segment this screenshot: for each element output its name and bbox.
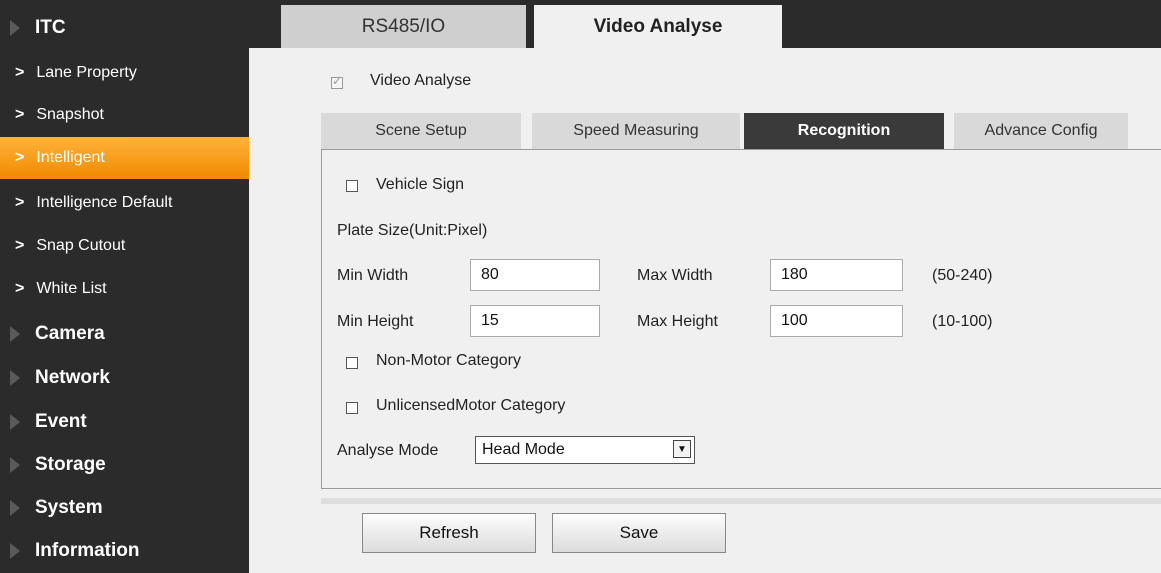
min-width-input[interactable]: 80 [470, 259, 600, 291]
tab-advance-config[interactable]: Advance Config [954, 113, 1128, 149]
nav-group-label: Event [35, 411, 87, 432]
plate-size-label: Plate Size(Unit:Pixel) [337, 222, 488, 239]
max-width-input[interactable]: 180 [770, 259, 903, 291]
expand-triangle-icon [10, 414, 20, 430]
dropdown-arrow-icon[interactable]: ▼ [673, 440, 691, 458]
analyse-mode-label: Analyse Mode [337, 442, 439, 459]
chevron-right-icon: > [15, 106, 25, 123]
video-analyse-label: Video Analyse [370, 72, 472, 89]
chevron-right-icon: > [15, 149, 25, 166]
min-height-input[interactable]: 15 [470, 305, 600, 337]
chevron-right-icon: > [15, 64, 25, 81]
nav-group-label: Network [35, 367, 110, 388]
non-motor-checkbox[interactable] [346, 357, 358, 369]
chevron-right-icon: > [15, 194, 25, 211]
min-width-label: Min Width [337, 267, 409, 284]
unlicensed-motor-checkbox[interactable] [346, 402, 358, 414]
chevron-right-icon: > [15, 237, 25, 254]
vehicle-sign-label: Vehicle Sign [376, 176, 465, 193]
sidebar-item-label: Snap Cutout [36, 237, 126, 254]
analyse-mode-select[interactable]: Head Mode ▼ [475, 436, 695, 464]
tab-video-analyse[interactable]: Video Analyse [534, 5, 782, 48]
top-tab-bar: RS485/IO Video Analyse [249, 0, 1161, 48]
sidebar-item-label: Snapshot [36, 106, 104, 123]
nav-group-event[interactable]: Event [0, 402, 249, 442]
max-height-label: Max Height [637, 313, 718, 330]
sidebar-item-label: Lane Property [36, 64, 137, 81]
recognition-panel [321, 149, 1161, 489]
expand-triangle-icon [10, 457, 20, 473]
max-width-label: Max Width [637, 267, 713, 284]
nav-group-label: ITC [35, 17, 66, 38]
video-analyse-checkbox[interactable] [331, 74, 343, 89]
nav-group-system[interactable]: System [0, 488, 249, 528]
divider [321, 498, 1161, 504]
nav-group-label: Storage [35, 454, 106, 475]
nav-group-label: System [35, 497, 103, 518]
height-range-label: (10-100) [932, 313, 993, 330]
tab-recognition[interactable]: Recognition [744, 113, 944, 149]
unlicensed-motor-label: UnlicensedMotor Category [376, 397, 566, 414]
save-button[interactable]: Save [552, 513, 726, 553]
refresh-button[interactable]: Refresh [362, 513, 536, 553]
analyse-mode-value: Head Mode [482, 441, 565, 458]
non-motor-label: Non-Motor Category [376, 352, 521, 369]
sidebar-item-white-list[interactable]: > White List [0, 268, 249, 310]
sidebar-item-label: Intelligence Default [36, 194, 173, 211]
nav-group-label: Camera [35, 323, 105, 344]
sidebar-item-intelligent[interactable]: > Intelligent [0, 137, 249, 179]
sidebar: ITC > Lane Property > Snapshot > Intelli… [0, 0, 249, 573]
chevron-right-icon: > [15, 280, 25, 297]
min-height-label: Min Height [337, 313, 414, 330]
width-range-label: (50-240) [932, 267, 993, 284]
nav-group-label: Information [35, 540, 140, 561]
expand-triangle-icon [10, 326, 20, 342]
sidebar-item-snap-cutout[interactable]: > Snap Cutout [0, 225, 249, 267]
sidebar-item-label: White List [36, 280, 107, 297]
sidebar-item-label: Intelligent [36, 149, 105, 166]
tab-rs485-io[interactable]: RS485/IO [281, 5, 526, 48]
nav-group-network[interactable]: Network [0, 358, 249, 398]
vehicle-sign-checkbox[interactable] [346, 180, 358, 192]
expand-triangle-icon [10, 20, 20, 36]
sidebar-item-intelligence-default[interactable]: > Intelligence Default [0, 182, 249, 224]
sidebar-item-lane-property[interactable]: > Lane Property [0, 52, 249, 94]
sidebar-item-snapshot[interactable]: > Snapshot [0, 94, 249, 136]
nav-group-camera[interactable]: Camera [0, 314, 249, 354]
nav-group-itc[interactable]: ITC [0, 8, 249, 48]
expand-triangle-icon [10, 370, 20, 386]
expand-triangle-icon [10, 543, 20, 559]
nav-group-information[interactable]: Information [0, 531, 249, 571]
nav-group-storage[interactable]: Storage [0, 445, 249, 485]
tab-speed-measuring[interactable]: Speed Measuring [532, 113, 740, 149]
expand-triangle-icon [10, 500, 20, 516]
max-height-input[interactable]: 100 [770, 305, 903, 337]
tab-scene-setup[interactable]: Scene Setup [321, 113, 521, 149]
